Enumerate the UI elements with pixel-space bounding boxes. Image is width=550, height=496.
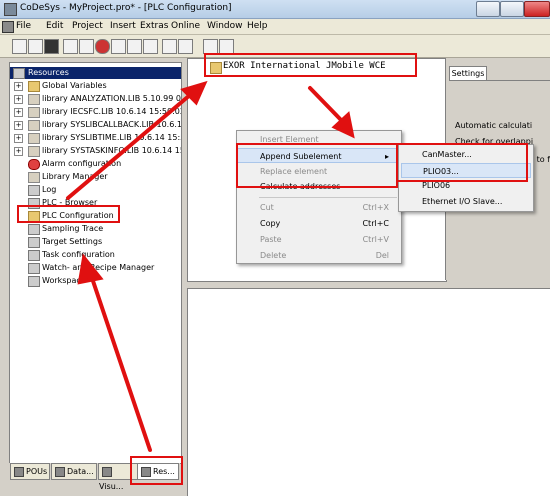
arrow-line (90, 276, 152, 452)
arrow-line (308, 86, 345, 124)
arrow-line (66, 93, 192, 200)
annotation-arrows (66, 80, 355, 452)
arrowhead-icon (77, 253, 104, 285)
